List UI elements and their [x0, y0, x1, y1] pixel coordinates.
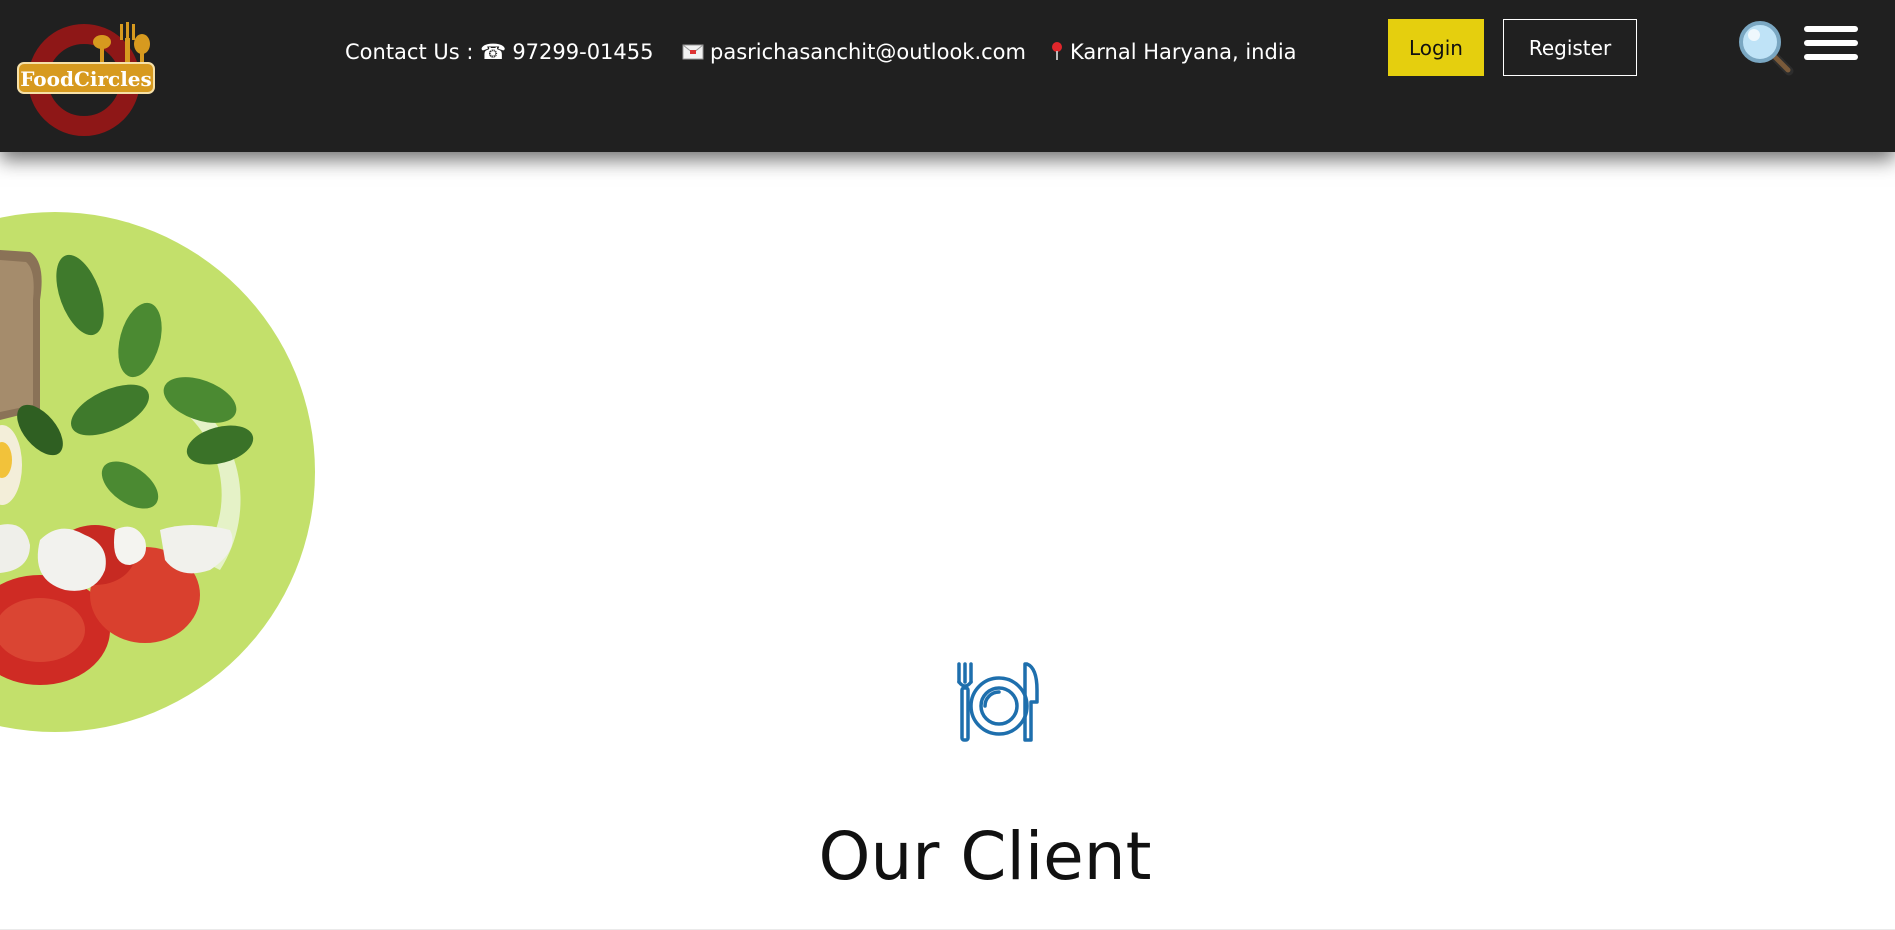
envelope-icon — [682, 40, 704, 64]
login-button[interactable]: Login — [1388, 19, 1484, 76]
salad-plate-image — [0, 210, 320, 735]
contact-email: pasrichasanchit@outlook.com — [682, 40, 1026, 64]
section-title: Our Client — [818, 818, 1152, 895]
contact-phone: Contact Us : ☎ 97299-01455 — [345, 40, 654, 64]
email-address[interactable]: pasrichasanchit@outlook.com — [710, 40, 1026, 64]
location-text: Karnal Haryana, india — [1070, 40, 1297, 64]
logo-graphic: FoodCircles — [17, 22, 155, 136]
search-icon[interactable] — [1736, 18, 1794, 76]
hamburger-menu-icon[interactable] — [1804, 26, 1858, 60]
contact-location: Karnal Haryana, india — [1050, 40, 1297, 64]
phone-number[interactable]: 97299-01455 — [512, 40, 653, 64]
site-header: FoodCircles Contact Us : ☎ 97299-01455 pa… — [0, 0, 1895, 152]
foodcircles-logo[interactable]: FoodCircles — [16, 16, 158, 136]
logo-text: FoodCircles — [20, 67, 152, 91]
plate-fork-knife-icon — [955, 660, 1043, 744]
phone-icon: ☎ — [480, 40, 507, 64]
register-button[interactable]: Register — [1503, 19, 1637, 76]
contact-label: Contact Us : — [345, 40, 474, 64]
map-pin-icon — [1050, 40, 1064, 64]
